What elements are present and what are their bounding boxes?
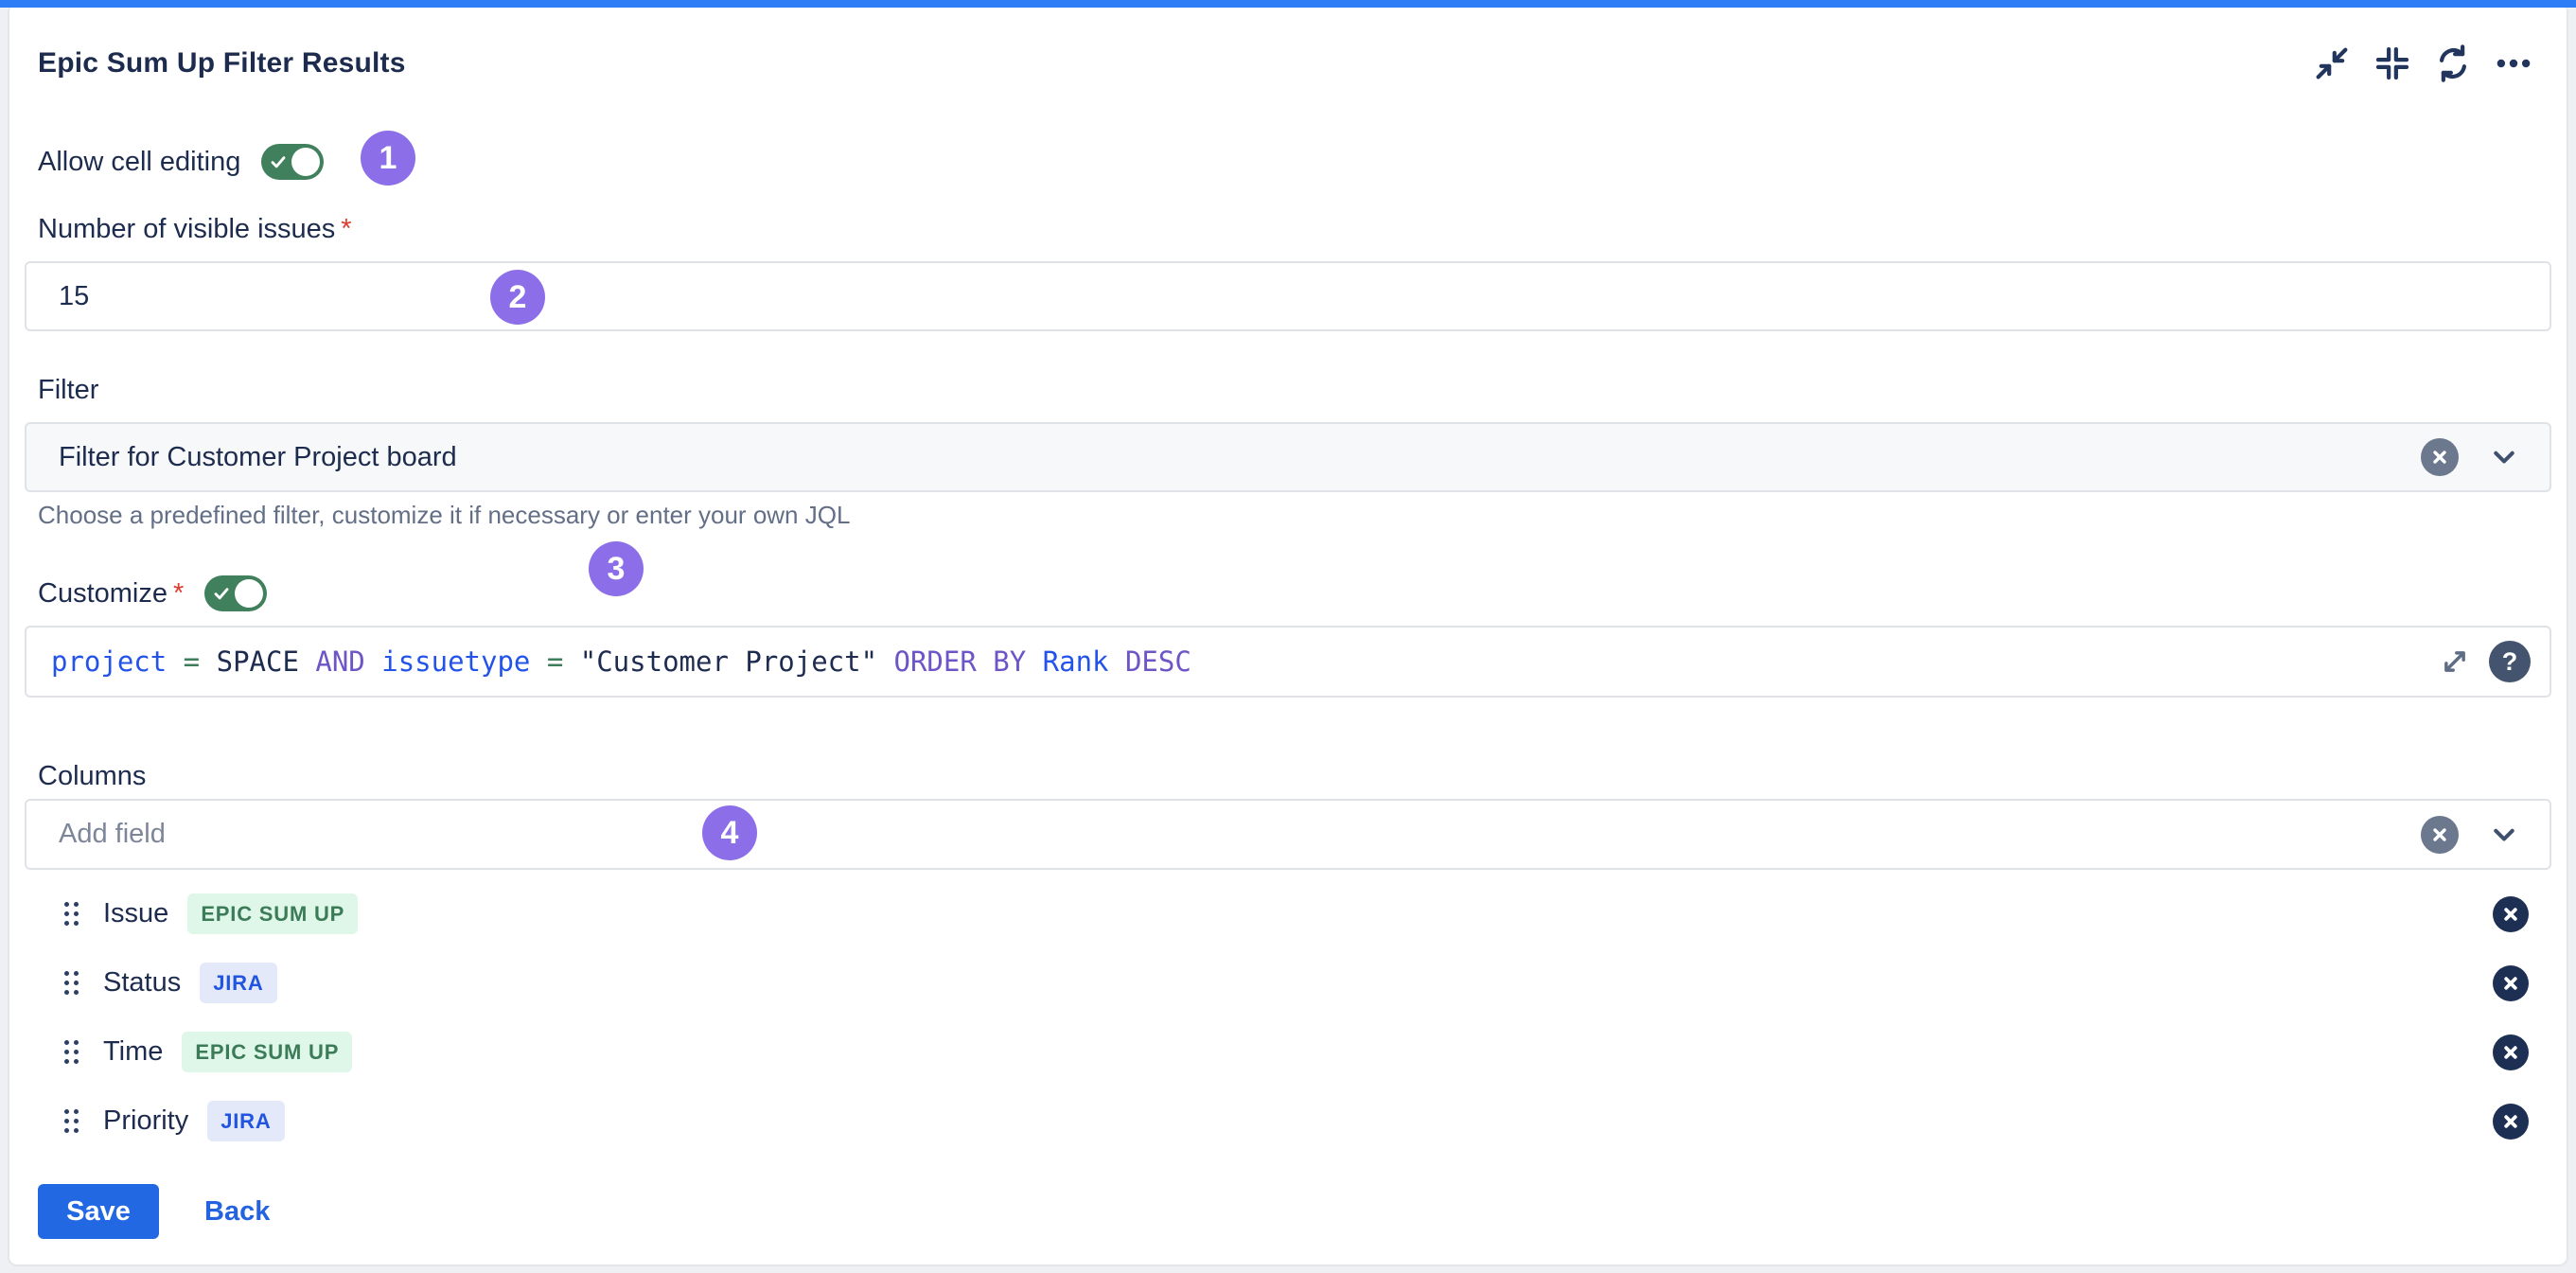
chevron-down-icon[interactable]	[2483, 436, 2525, 478]
toggle-knob	[235, 579, 263, 608]
field-row: Time EPIC SUM UP	[25, 1017, 2551, 1087]
field-label: Time	[103, 1036, 163, 1068]
annotation-badge-3: 3	[589, 541, 644, 596]
chevron-down-icon[interactable]	[2483, 814, 2525, 856]
field-row: Priority JIRA	[25, 1087, 2551, 1156]
field-row: Issue EPIC SUM UP	[25, 879, 2551, 948]
field-source-badge: JIRA	[200, 963, 276, 1003]
collapse-icon[interactable]	[2311, 43, 2353, 84]
expand-icon[interactable]	[2434, 641, 2476, 682]
check-icon	[269, 152, 288, 171]
field-source-badge: JIRA	[207, 1101, 284, 1141]
field-source-badge: EPIC SUM UP	[187, 893, 358, 934]
field-label: Issue	[103, 898, 168, 929]
cell-editing-toggle[interactable]	[261, 144, 324, 180]
jql-token: "Customer Project"	[580, 645, 877, 678]
jql-token: AND	[299, 645, 381, 678]
drag-handle-icon[interactable]	[64, 902, 79, 926]
remove-icon[interactable]	[2493, 965, 2529, 1001]
jql-token: issuetype	[381, 645, 530, 678]
jql-expression: project = SPACE AND issuetype = "Custome…	[51, 645, 2434, 678]
clear-icon[interactable]	[2421, 438, 2459, 476]
required-asterisk: *	[173, 578, 184, 610]
gadget-header: Epic Sum Up Filter Results	[25, 8, 2551, 85]
jql-token: project	[51, 645, 167, 678]
check-icon	[212, 584, 231, 603]
drag-handle-icon[interactable]	[64, 1040, 79, 1064]
customize-label: Customize	[38, 578, 168, 610]
customize-toggle[interactable]	[204, 575, 267, 611]
gadget-config-panel: Epic Sum Up Filter Results	[8, 8, 2568, 1266]
required-asterisk: *	[341, 214, 351, 245]
visible-issues-label: Number of visible issues *	[38, 214, 2551, 244]
toggle-knob	[291, 148, 320, 176]
remove-icon[interactable]	[2493, 1034, 2529, 1070]
filter-select[interactable]: Filter for Customer Project board	[25, 422, 2551, 492]
jql-token: =	[530, 645, 579, 678]
gadget-toolbar	[2311, 43, 2534, 84]
clear-icon[interactable]	[2421, 816, 2459, 854]
columns-label: Columns	[38, 761, 2551, 791]
add-field-combobox[interactable]: Add field	[25, 799, 2551, 870]
field-label: Priority	[103, 1105, 188, 1137]
add-field-placeholder: Add field	[59, 819, 2421, 850]
customize-row: Customize *	[38, 575, 2551, 612]
refresh-icon[interactable]	[2432, 43, 2474, 84]
contract-icon[interactable]	[2372, 43, 2413, 84]
help-icon[interactable]: ?	[2489, 641, 2531, 682]
field-source-badge: EPIC SUM UP	[182, 1032, 352, 1072]
field-label: Status	[103, 967, 181, 999]
visible-issues-value: 15	[59, 281, 89, 312]
filter-helper-text: Choose a predefined filter, customize it…	[38, 501, 2551, 527]
back-link[interactable]: Back	[204, 1196, 270, 1228]
form-actions: Save Back	[38, 1184, 2551, 1239]
jql-token: DESC	[1109, 645, 1191, 678]
jql-token: ORDER BY	[877, 645, 1043, 678]
field-row: Status JIRA	[25, 948, 2551, 1017]
annotation-badge-1: 1	[361, 131, 415, 186]
filter-label: Filter	[38, 375, 2551, 405]
jql-token: =	[167, 645, 216, 678]
drag-handle-icon[interactable]	[64, 971, 79, 995]
jql-token: Rank	[1043, 645, 1109, 678]
filter-selected-value: Filter for Customer Project board	[59, 442, 2421, 473]
remove-icon[interactable]	[2493, 896, 2529, 932]
jql-editor[interactable]: project = SPACE AND issuetype = "Custome…	[25, 626, 2551, 698]
more-icon[interactable]	[2493, 43, 2534, 84]
jql-token: SPACE	[217, 645, 299, 678]
page-title: Epic Sum Up Filter Results	[38, 47, 406, 80]
columns-field-list: Issue EPIC SUM UP Status JIRA Time EPIC …	[25, 879, 2551, 1156]
drag-handle-icon[interactable]	[64, 1109, 79, 1133]
save-button[interactable]: Save	[38, 1184, 159, 1239]
annotation-badge-2: 2	[490, 270, 545, 325]
cell-editing-label: Allow cell editing	[38, 147, 240, 178]
visible-issues-input[interactable]: 15	[25, 261, 2551, 331]
annotation-badge-4: 4	[702, 805, 757, 860]
gadget-accent-bar	[0, 0, 2576, 8]
remove-icon[interactable]	[2493, 1104, 2529, 1140]
